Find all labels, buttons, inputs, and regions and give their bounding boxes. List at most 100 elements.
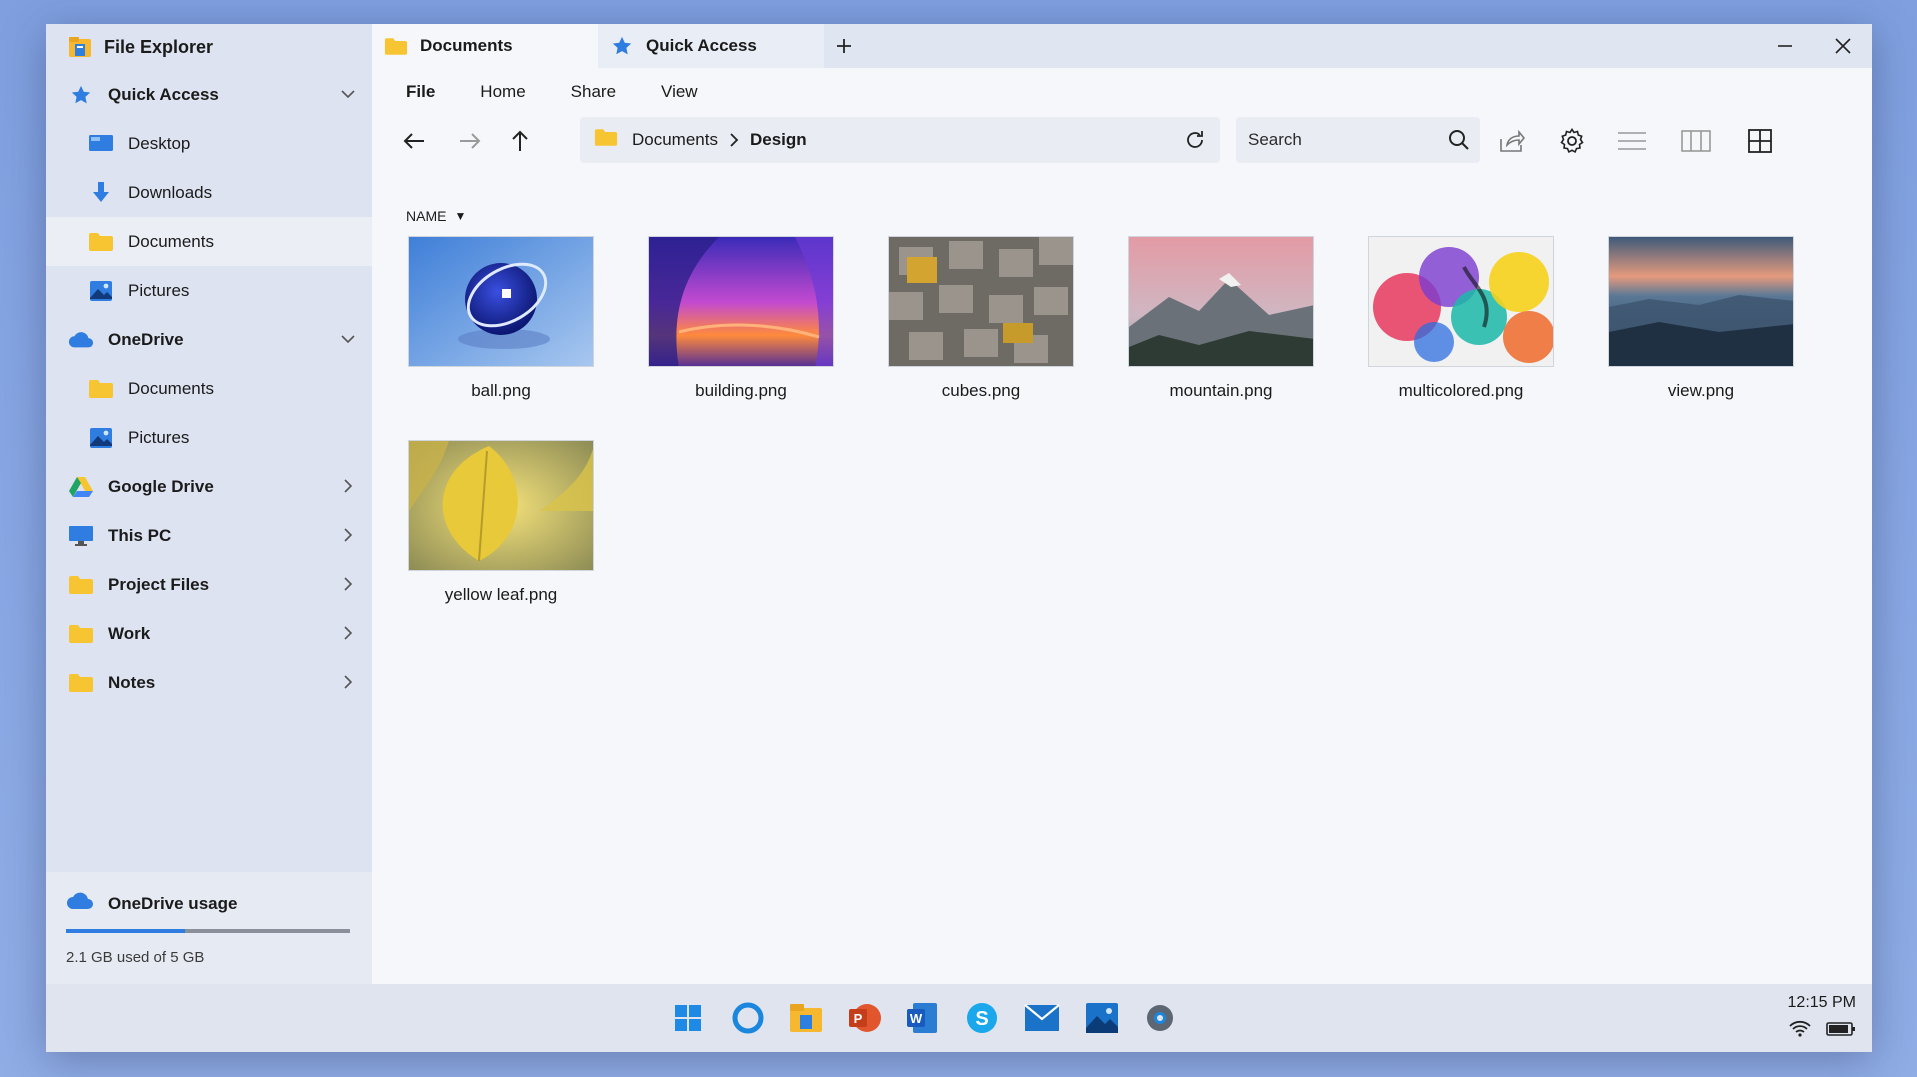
powerpoint-icon[interactable]: P [842,996,886,1040]
new-tab-button[interactable] [824,24,864,68]
columns-view-icon [1681,130,1711,152]
thumbnail-ball [408,236,594,367]
sidebar-item-label: Documents [128,231,214,251]
file-name: yellow leaf.png [444,585,558,604]
google-drive-icon [68,475,94,499]
file-explorer-window: File Explorer Quick Access Desktop Downl… [46,24,1872,1052]
settings-icon[interactable] [1138,996,1182,1040]
chevron-right-icon [728,133,740,147]
sidebar-item-notes[interactable]: Notes [46,658,372,707]
back-button[interactable] [396,123,432,159]
onedrive-usage-panel[interactable]: OneDrive usage 2.1 GB used of 5 GB [46,872,372,984]
sidebar-item-downloads[interactable]: Downloads [46,168,372,217]
photos-icon[interactable] [1080,996,1124,1040]
file-item-building[interactable]: building.png [646,236,836,426]
menu-share[interactable]: Share [571,82,616,102]
app-title-text: File Explorer [104,36,214,57]
close-button[interactable] [1816,24,1870,68]
sort-by-name-header[interactable]: NAME ▼ [406,208,466,224]
forward-button[interactable] [452,123,488,159]
sidebar-item-work[interactable]: Work [46,609,372,658]
file-name: view.png [1667,381,1735,400]
sidebar-item-pictures[interactable]: Pictures [46,266,372,315]
sidebar-item-project-files[interactable]: Project Files [46,560,372,609]
file-explorer-icon[interactable] [784,996,828,1040]
cortana-icon[interactable] [726,996,770,1040]
file-item-ball[interactable]: ball.png [406,236,596,426]
sidebar-item-onedrive-documents[interactable]: Documents [46,364,372,413]
tab-quick-access[interactable]: Quick Access [598,24,824,68]
file-item-view[interactable]: view.png [1606,236,1796,426]
breadcrumb-design[interactable]: Design [750,130,807,150]
skype-icon[interactable]: S [960,996,1004,1040]
thumbnail-view [1608,236,1794,367]
sidebar-item-label: Pictures [128,280,190,300]
thumbnail-cubes [888,236,1074,367]
file-explorer-icon [69,37,91,57]
sidebar-item-label: Project Files [108,574,210,594]
star-icon [68,83,94,107]
arrow-left-icon [403,133,424,149]
tab-documents[interactable]: Documents [372,24,598,68]
refresh-icon [1187,131,1203,148]
search-box[interactable] [1236,117,1480,163]
sidebar-item-google-drive[interactable]: Google Drive [46,462,372,511]
chevron-right-icon[interactable] [338,623,358,643]
minimize-button[interactable] [1758,24,1812,68]
chevron-down-icon[interactable] [338,329,358,349]
folder-icon [68,671,94,695]
word-icon[interactable]: W [900,996,944,1040]
menu-file[interactable]: File [406,82,435,102]
folder-icon [68,622,94,646]
taskbar-clock[interactable]: 12:15 PM [1788,994,1856,1012]
file-name: building.png [695,381,787,400]
svg-text:S: S [975,1008,988,1030]
search-icon[interactable] [1444,125,1474,155]
wifi-icon[interactable] [1788,1020,1812,1038]
battery-icon[interactable] [1826,1021,1856,1037]
sidebar-item-onedrive[interactable]: OneDrive [46,315,372,364]
sidebar-item-desktop[interactable]: Desktop [46,119,372,168]
columns-view-button[interactable] [1678,123,1714,159]
windows-start-icon[interactable] [666,996,710,1040]
file-name: cubes.png [941,381,1021,400]
file-item-multicolored[interactable]: multicolored.png [1366,236,1556,426]
chevron-right-icon[interactable] [338,476,358,496]
breadcrumb-documents[interactable]: Documents [632,130,718,150]
file-item-cubes[interactable]: cubes.png [886,236,1076,426]
minimize-icon [1778,45,1792,47]
onedrive-usage-text: 2.1 GB used of 5 GB [66,949,205,966]
file-item-yellow-leaf[interactable]: yellow leaf.png [406,440,596,630]
up-button[interactable] [502,123,538,159]
sidebar-item-this-pc[interactable]: This PC [46,511,372,560]
sidebar-item-documents[interactable]: Documents [46,217,372,266]
file-name: mountain.png [1169,381,1273,400]
share-button[interactable] [1494,123,1530,159]
star-icon [610,35,634,57]
chevron-right-icon[interactable] [338,672,358,692]
sidebar-item-onedrive-pictures[interactable]: Pictures [46,413,372,462]
chevron-right-icon[interactable] [338,525,358,545]
monitor-icon [68,524,94,548]
menu-home[interactable]: Home [480,82,525,102]
chevron-right-icon[interactable] [338,574,358,594]
sidebar-item-quick-access[interactable]: Quick Access [46,70,372,119]
settings-button[interactable] [1554,123,1590,159]
chevron-down-icon[interactable] [338,84,358,104]
download-arrow-icon [88,181,114,205]
menu-view[interactable]: View [661,82,698,102]
grid-view-button[interactable] [1742,123,1778,159]
file-item-mountain[interactable]: mountain.png [1126,236,1316,426]
cloud-icon [66,892,94,915]
address-bar[interactable]: Documents Design [580,117,1220,163]
sidebar-item-label: OneDrive [108,329,184,349]
file-name: multicolored.png [1398,381,1524,400]
refresh-button[interactable] [1178,123,1212,157]
thumbnail-mountain [1128,236,1314,367]
list-view-button[interactable] [1614,123,1650,159]
mail-icon[interactable] [1020,996,1064,1040]
search-input[interactable] [1248,130,1438,150]
thumbnail-multicolored [1368,236,1554,367]
share-icon [1500,129,1525,152]
taskbar: P W S 12:15 PM [46,984,1872,1052]
